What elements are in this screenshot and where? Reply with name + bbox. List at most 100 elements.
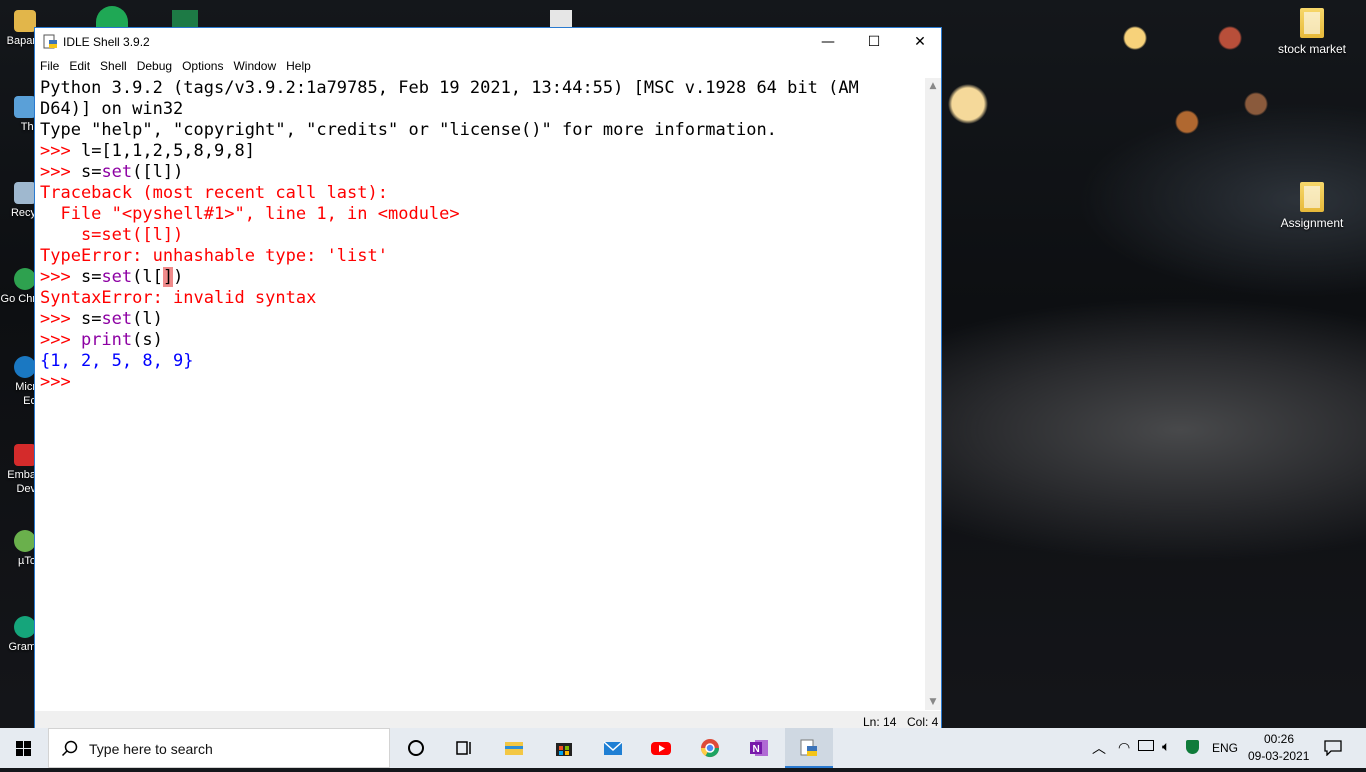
edge-icon — [14, 356, 36, 378]
excel-icon[interactable] — [172, 10, 198, 28]
window-title: IDLE Shell 3.9.2 — [63, 35, 150, 49]
maximize-button[interactable]: ☐ — [851, 28, 897, 57]
taskbar-search-box[interactable]: Type here to search — [48, 728, 390, 768]
battery-icon[interactable] — [1138, 740, 1154, 751]
desktop-icon-bapar[interactable]: Bapar — [0, 10, 36, 48]
whatsapp-icon[interactable] — [96, 6, 128, 28]
task-view-button[interactable] — [440, 728, 488, 768]
python-idle-icon — [800, 739, 817, 756]
desktop-icon-label: stock market — [1277, 42, 1346, 56]
start-button[interactable] — [0, 728, 48, 768]
shell-line: D64)] on win32 — [35, 99, 924, 120]
shell-text-area[interactable]: Python 3.9.2 (tags/v3.9.2:1a79785, Feb 1… — [35, 78, 924, 710]
shell-text-segment: s= — [80, 162, 102, 182]
grammarly-icon — [14, 616, 36, 638]
shell-text-segment: File "<pyshell#1>", line 1, in <module> — [40, 204, 460, 224]
scroll-down-icon[interactable]: ▼ — [925, 694, 941, 710]
youtube-button[interactable] — [637, 728, 685, 768]
menu-window[interactable]: Window — [228, 57, 281, 73]
desktop-icon-label: Micr Ec — [15, 381, 36, 407]
embarcadero-icon — [14, 444, 36, 466]
title-bar[interactable]: IDLE Shell 3.9.2 — ☐ ✕ — [35, 28, 941, 57]
volume-icon[interactable]: 🔈︎ — [1162, 738, 1170, 755]
desktop-icon-assignment[interactable]: Assignment — [1272, 182, 1352, 230]
desktop-icon-label: Bapar — [6, 35, 36, 47]
shell-text-segment: ) — [173, 267, 184, 287]
shell-text-segment: TypeError: unhashable type: 'list' — [40, 246, 388, 266]
shell-text-segment: (s) — [132, 330, 163, 350]
chrome-icon — [14, 268, 36, 290]
menu-edit[interactable]: Edit — [64, 57, 95, 73]
taskbar: Type here to search N ︿ ◠ 🔈︎ ENG 00:26 0… — [0, 728, 1366, 768]
shell-text-segment: SyntaxError: invalid syntax — [40, 288, 317, 308]
desktop-icon-recycle-bin[interactable]: Recy — [0, 182, 36, 220]
show-hidden-icons-chevron-icon[interactable]: ︿ — [1092, 738, 1106, 758]
menu-debug[interactable]: Debug — [132, 57, 177, 73]
shell-line: Type "help", "copyright", "credits" or "… — [35, 120, 924, 141]
onenote-button[interactable]: N — [735, 728, 783, 768]
shell-text-segment: Type "help", "copyright", "credits" or "… — [40, 120, 777, 140]
language-indicator[interactable]: ENG — [1212, 741, 1238, 755]
recycle-bin-icon — [14, 182, 36, 204]
python-idle-button[interactable] — [785, 728, 833, 768]
windows-icon — [16, 741, 31, 756]
computer-icon — [14, 96, 36, 118]
python-idle-icon — [43, 34, 57, 49]
desktop-icon-utorrent[interactable]: µTo — [0, 530, 36, 568]
chrome-button[interactable] — [686, 728, 734, 768]
notification-icon[interactable] — [1324, 740, 1342, 756]
close-button[interactable]: ✕ — [897, 28, 943, 57]
desktop-icon-chrome[interactable]: Go Chr — [0, 268, 36, 306]
mail-button[interactable] — [589, 728, 637, 768]
file-explorer-icon — [505, 742, 523, 755]
folder-icon — [1300, 8, 1324, 38]
minimize-button[interactable]: — — [805, 28, 851, 57]
menu-file[interactable]: File — [35, 57, 64, 73]
desktop-icon-embarcadero[interactable]: Emba Dev — [0, 444, 36, 496]
menu-bar: File Edit Shell Debug Options Window Help — [35, 57, 941, 77]
security-shield-icon[interactable] — [1186, 740, 1199, 754]
desktop-icon-this-pc[interactable]: Thi — [0, 96, 36, 134]
desktop-icon-label: Gram — [8, 641, 37, 653]
desktop-icon-edge[interactable]: Micr Ec — [0, 356, 36, 408]
shell-line: >>> s=set(l[]) — [35, 267, 924, 288]
shell-text-segment: >>> — [40, 141, 81, 161]
shell-text-segment: set — [101, 267, 133, 287]
utorrent-icon — [14, 530, 36, 552]
clock-time[interactable]: 00:26 — [1264, 732, 1294, 746]
shell-text-segment: >>> — [40, 162, 81, 182]
status-col: Col: 4 — [907, 715, 939, 729]
menu-help[interactable]: Help — [281, 57, 316, 73]
menu-shell[interactable]: Shell — [95, 57, 132, 73]
desktop-icon-stock-market[interactable]: stock market — [1272, 8, 1352, 56]
wifi-icon[interactable]: ◠ — [1118, 739, 1130, 756]
file-explorer-button[interactable] — [490, 728, 538, 768]
shell-text-segment: (l) — [132, 309, 163, 329]
shell-text-segment: (l[ — [132, 267, 163, 287]
shell-line: >>> — [35, 372, 924, 393]
cortana-button[interactable] — [392, 728, 440, 768]
vertical-scrollbar[interactable]: ▲ ▼ — [925, 78, 941, 710]
clock-date[interactable]: 09-03-2021 — [1248, 749, 1309, 763]
mail-icon — [603, 741, 623, 755]
menu-options[interactable]: Options — [177, 57, 228, 73]
shell-line: s=set([l]) — [35, 225, 924, 246]
store-button[interactable] — [540, 728, 588, 768]
shell-text-segment: ([l]) — [132, 162, 184, 182]
scroll-up-icon[interactable]: ▲ — [925, 78, 941, 94]
shell-line: >>> l=[1,1,2,5,8,9,8] — [35, 141, 924, 162]
shell-text-segment: set — [101, 309, 133, 329]
idle-shell-window[interactable]: IDLE Shell 3.9.2 — ☐ ✕ File Edit Shell Debu… — [34, 27, 942, 732]
shell-text-segment: >>> — [40, 267, 81, 287]
status-line: Ln: 14 — [863, 715, 897, 729]
shell-line: >>> s=set(l) — [35, 309, 924, 330]
system-tray: ︿ ◠ 🔈︎ ENG 00:26 09-03-2021 — [1086, 728, 1366, 768]
shell-line: TypeError: unhashable type: 'list' — [35, 246, 924, 267]
document-icon[interactable] — [550, 10, 572, 28]
shell-text-segment: s=set([l]) — [40, 225, 184, 245]
shell-text-segment: Traceback (most recent call last): — [40, 183, 388, 203]
desktop-icon-grammarly[interactable]: Gram — [0, 616, 36, 654]
desktop-icon-label: Go Chr — [0, 293, 36, 305]
chrome-icon — [701, 739, 719, 758]
shell-text-segment: Python 3.9.2 (tags/v3.9.2:1a79785, Feb 1… — [40, 78, 859, 98]
